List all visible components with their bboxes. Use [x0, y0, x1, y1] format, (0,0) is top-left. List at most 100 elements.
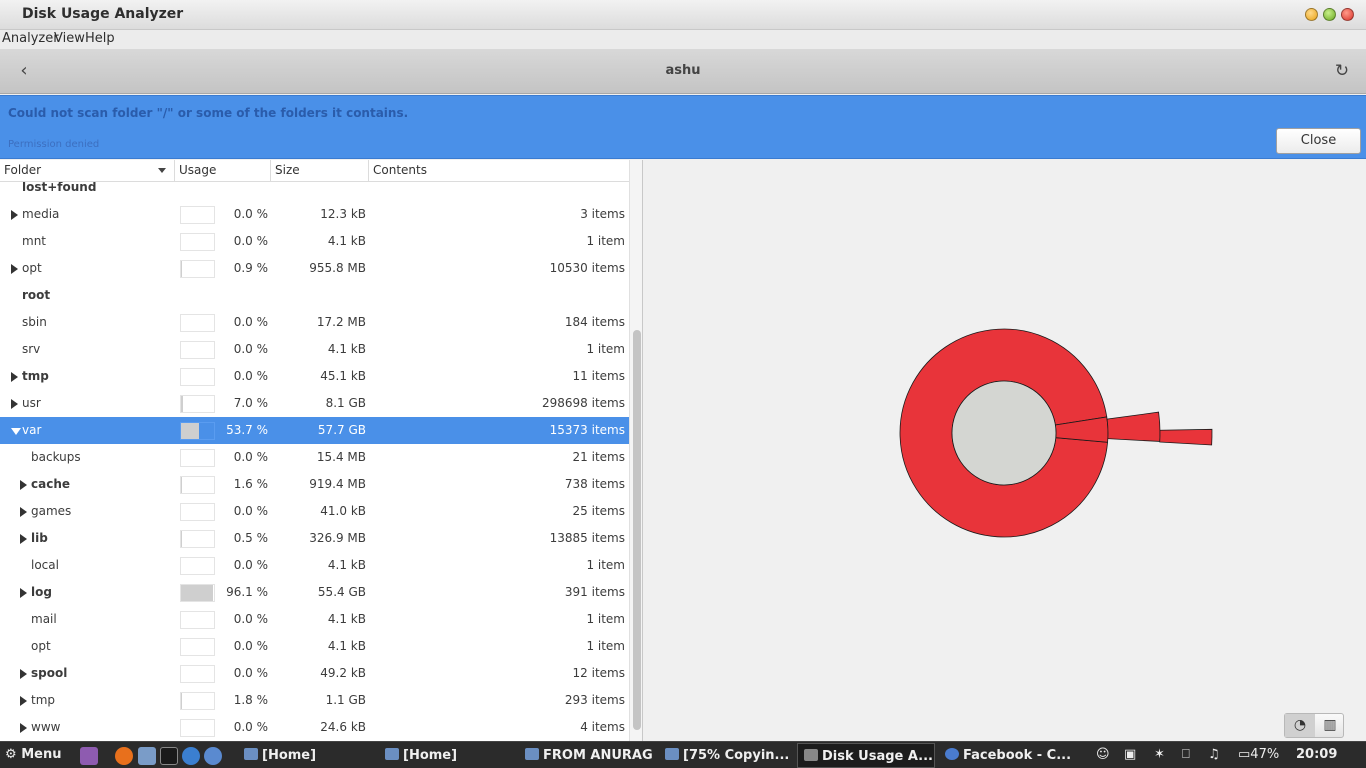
ring-segment-outer-1[interactable] [1106, 411, 1161, 442]
table-row[interactable]: cache 1.6 % 919.4 MB 738 items [0, 471, 629, 498]
usage-bar [180, 233, 215, 251]
desktop-icon[interactable] [80, 747, 98, 765]
folder-icon [665, 748, 679, 760]
task-disk-usage[interactable]: Disk Usage A... [797, 743, 935, 768]
task-from-anurag-label: FROM ANURAG [543, 748, 653, 763]
task-home-2-label: [Home] [403, 748, 458, 763]
expander-closed-icon[interactable] [20, 588, 27, 598]
expander-closed-icon[interactable] [11, 399, 18, 409]
usage-percent: 0.0 % [233, 639, 268, 653]
network-icon[interactable]: ⎕ [1182, 747, 1190, 762]
table-row[interactable]: tmp 1.8 % 1.1 GB 293 items [0, 687, 629, 714]
infobar-close-button[interactable]: Close [1276, 128, 1361, 154]
task-disk-usage-label: Disk Usage A... [822, 749, 933, 764]
menu-analyzer[interactable]: Analyzer [2, 31, 59, 46]
task-home-2[interactable]: [Home] [379, 743, 515, 768]
expander-closed-icon[interactable] [20, 669, 27, 679]
expander-closed-icon[interactable] [20, 696, 27, 706]
table-row[interactable]: sbin 0.0 % 17.2 MB 184 items [0, 309, 629, 336]
usage-bar [180, 314, 215, 332]
window-titlebar: Disk Usage Analyzer [0, 0, 1366, 30]
expander-closed-icon[interactable] [20, 723, 27, 733]
item-count: 293 items [564, 693, 625, 707]
clock[interactable]: 20:09 [1296, 747, 1337, 762]
table-row[interactable]: tmp 0.0 % 45.1 kB 11 items [0, 363, 629, 390]
files-icon[interactable] [138, 747, 156, 765]
usage-bar [180, 692, 215, 710]
expander-closed-icon[interactable] [11, 372, 18, 382]
table-row[interactable]: lib 0.5 % 326.9 MB 13885 items [0, 525, 629, 552]
table-row[interactable]: opt 0.9 % 955.8 MB 10530 items [0, 255, 629, 282]
ring-chart-icon[interactable]: ◔ [1285, 714, 1315, 737]
location-title: ashu [665, 63, 701, 78]
tree-scrollbar[interactable] [629, 160, 642, 741]
expander-closed-icon[interactable] [20, 480, 27, 490]
table-row[interactable]: media 0.0 % 12.3 kB 3 items [0, 201, 629, 228]
column-usage[interactable]: Usage [175, 160, 271, 182]
clipboard-icon[interactable]: ▣ [1124, 747, 1136, 762]
item-count: 10530 items [549, 261, 625, 275]
table-row[interactable]: local 0.0 % 4.1 kB 1 item [0, 552, 629, 579]
maximize-button[interactable] [1323, 8, 1336, 21]
table-row[interactable]: root [0, 282, 629, 309]
battery-indicator[interactable]: ▭47% [1238, 747, 1279, 762]
firefox-icon[interactable] [115, 747, 133, 765]
scrollbar-thumb[interactable] [633, 330, 641, 730]
table-row[interactable]: usr 7.0 % 8.1 GB 298698 items [0, 390, 629, 417]
refresh-icon[interactable]: ↻ [1331, 60, 1353, 82]
usage-bar [180, 584, 215, 602]
close-window-button[interactable] [1341, 8, 1354, 21]
error-infobar: Could not scan folder "/" or some of the… [0, 95, 1366, 159]
start-menu-button[interactable]: ⚙ Menu [5, 747, 61, 762]
menu-help[interactable]: Help [85, 31, 115, 46]
column-contents[interactable]: Contents [369, 160, 629, 182]
sort-descending-icon [158, 168, 166, 173]
user-icon[interactable]: ☺ [1096, 747, 1110, 762]
menu-view[interactable]: View [54, 31, 85, 46]
table-row[interactable]: www 0.0 % 24.6 kB 4 items [0, 714, 629, 741]
expander-closed-icon[interactable] [20, 507, 27, 517]
terminal-icon[interactable] [160, 747, 178, 765]
usage-bar [180, 422, 215, 440]
volume-icon[interactable]: ♫ [1208, 747, 1220, 762]
folder-size: 919.4 MB [309, 477, 366, 491]
chrome-icon[interactable] [204, 747, 222, 765]
minimize-button[interactable] [1305, 8, 1318, 21]
usage-percent: 0.9 % [233, 261, 268, 275]
task-copying[interactable]: [75% Copyin... [659, 743, 795, 768]
column-folder[interactable]: Folder [0, 160, 175, 182]
error-message: Could not scan folder "/" or some of the… [8, 106, 409, 120]
table-row[interactable]: backups 0.0 % 15.4 MB 21 items [0, 444, 629, 471]
expander-closed-icon[interactable] [11, 264, 18, 274]
ring-segment-outer-2[interactable] [1159, 428, 1213, 446]
taskbar: ⚙ Menu [Home] [Home] FROM ANURAG [75% Co… [0, 741, 1366, 768]
table-row[interactable]: srv 0.0 % 4.1 kB 1 item [0, 336, 629, 363]
table-row[interactable]: lost+found [0, 182, 629, 201]
usage-percent: 7.0 % [233, 396, 268, 410]
task-facebook[interactable]: Facebook - C... [939, 743, 1075, 768]
expander-open-icon[interactable] [11, 428, 21, 435]
start-menu-label: Menu [21, 747, 62, 762]
treemap-icon[interactable]: ▥ [1315, 714, 1345, 737]
item-count: 1 item [586, 342, 625, 356]
browser-icon[interactable] [182, 747, 200, 765]
table-row[interactable]: mail 0.0 % 4.1 kB 1 item [0, 606, 629, 633]
ring-chart[interactable] [644, 160, 1366, 741]
task-from-anurag[interactable]: FROM ANURAG [519, 743, 655, 768]
expander-closed-icon[interactable] [11, 210, 18, 220]
table-row[interactable]: var 53.7 % 57.7 GB 15373 items [0, 417, 629, 444]
folder-icon [385, 748, 399, 760]
column-usage-label: Usage [179, 163, 217, 177]
ring-center[interactable] [951, 380, 1057, 486]
expander-closed-icon[interactable] [20, 534, 27, 544]
bluetooth-icon[interactable]: ✶ [1154, 747, 1165, 762]
table-row[interactable]: mnt 0.0 % 4.1 kB 1 item [0, 228, 629, 255]
task-home-1[interactable]: [Home] [238, 743, 374, 768]
column-size[interactable]: Size [271, 160, 369, 182]
table-row[interactable]: games 0.0 % 41.0 kB 25 items [0, 498, 629, 525]
table-row[interactable]: spool 0.0 % 49.2 kB 12 items [0, 660, 629, 687]
table-row[interactable]: opt 0.0 % 4.1 kB 1 item [0, 633, 629, 660]
folder-size: 4.1 kB [327, 342, 366, 356]
table-row[interactable]: log 96.1 % 55.4 GB 391 items [0, 579, 629, 606]
usage-bar-fill [181, 477, 182, 493]
